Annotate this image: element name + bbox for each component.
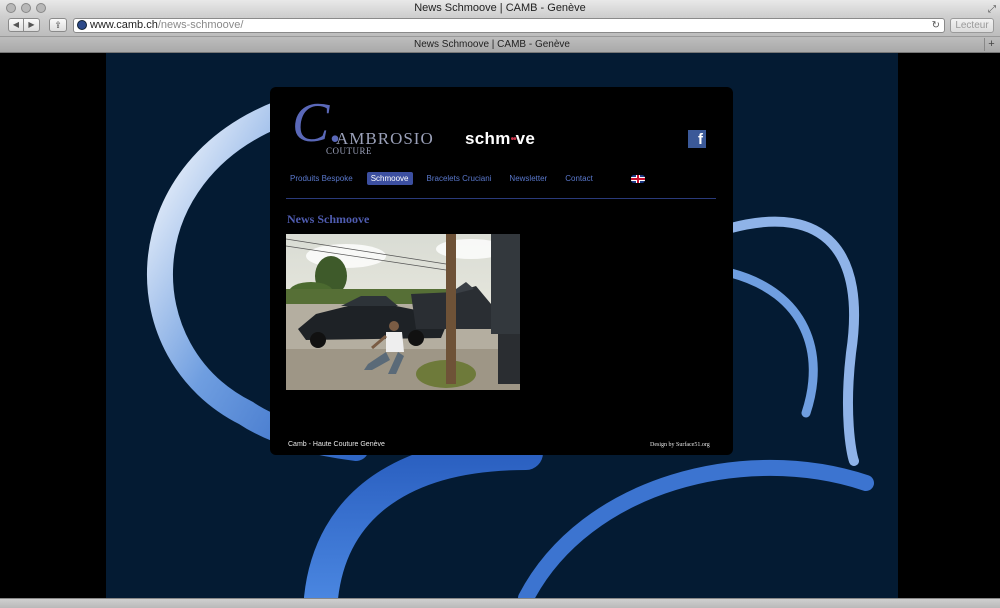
uk-flag-icon[interactable] (630, 174, 645, 183)
share-button[interactable]: ⇪ (49, 18, 67, 32)
schmoove-logo-start: schm (465, 129, 511, 148)
schmoove-logo-end: ve (515, 129, 536, 148)
footer-credit-link[interactable]: Design by Surface51.org (650, 442, 710, 448)
window-titlebar: News Schmoove | CAMB - Genève ⤢ (0, 0, 1000, 16)
browser-toolbar: ◀ ▶ ⇪ www.camb.ch/news-schmoove/ ↻ Lecte… (0, 16, 1000, 36)
page-title: News Schmoove (287, 212, 370, 226)
footer-copyright: Camb - Haute Couture Genève (288, 441, 385, 448)
news-photo-illustration (286, 234, 520, 390)
main-nav: Produits Bespoke Schmoove Bracelets Cruc… (286, 172, 645, 185)
page-viewport[interactable]: C. AMBROSIO COUTURE schm••ve f Produits … (0, 53, 1000, 598)
tab-active[interactable]: News Schmoove | CAMB - Genève (0, 37, 984, 53)
window-controls (6, 3, 46, 13)
url-domain: www.camb.ch (90, 19, 158, 31)
forward-button[interactable]: ▶ (24, 18, 40, 32)
nav-divider (286, 198, 716, 199)
site-favicon-icon (77, 20, 87, 30)
window-title: News Schmoove | CAMB - Genève (414, 2, 586, 14)
nav-contact[interactable]: Contact (561, 172, 597, 185)
cambrosio-logo[interactable]: C. AMBROSIO COUTURE (290, 93, 440, 159)
minimize-window-button[interactable] (21, 3, 31, 13)
content-box: C. AMBROSIO COUTURE schm••ve f Produits … (270, 87, 733, 455)
facebook-icon[interactable]: f (688, 130, 706, 148)
nav-newsletter[interactable]: Newsletter (505, 172, 551, 185)
tab-bar: News Schmoove | CAMB - Genève + (0, 36, 1000, 53)
schmoove-logo[interactable]: schm••ve (465, 129, 535, 149)
reader-button[interactable]: Lecteur (950, 18, 994, 33)
close-window-button[interactable] (6, 3, 16, 13)
new-tab-button[interactable]: + (984, 38, 998, 51)
reload-icon[interactable]: ↻ (932, 19, 940, 32)
back-button[interactable]: ◀ (8, 18, 24, 32)
url-path: /news-schmoove/ (157, 19, 244, 31)
history-buttons: ◀ ▶ (8, 18, 40, 32)
nav-schmoove[interactable]: Schmoove (366, 172, 413, 185)
address-bar[interactable]: www.camb.ch/news-schmoove/ ↻ (73, 18, 945, 33)
nav-produits-bespoke[interactable]: Produits Bespoke (286, 172, 357, 185)
zoom-window-button[interactable] (36, 3, 46, 13)
logo-sub: COUTURE (326, 146, 372, 156)
browser-statusbar (0, 598, 1000, 608)
news-photo[interactable] (286, 234, 520, 390)
nav-bracelets-cruciani[interactable]: Bracelets Cruciani (423, 172, 496, 185)
